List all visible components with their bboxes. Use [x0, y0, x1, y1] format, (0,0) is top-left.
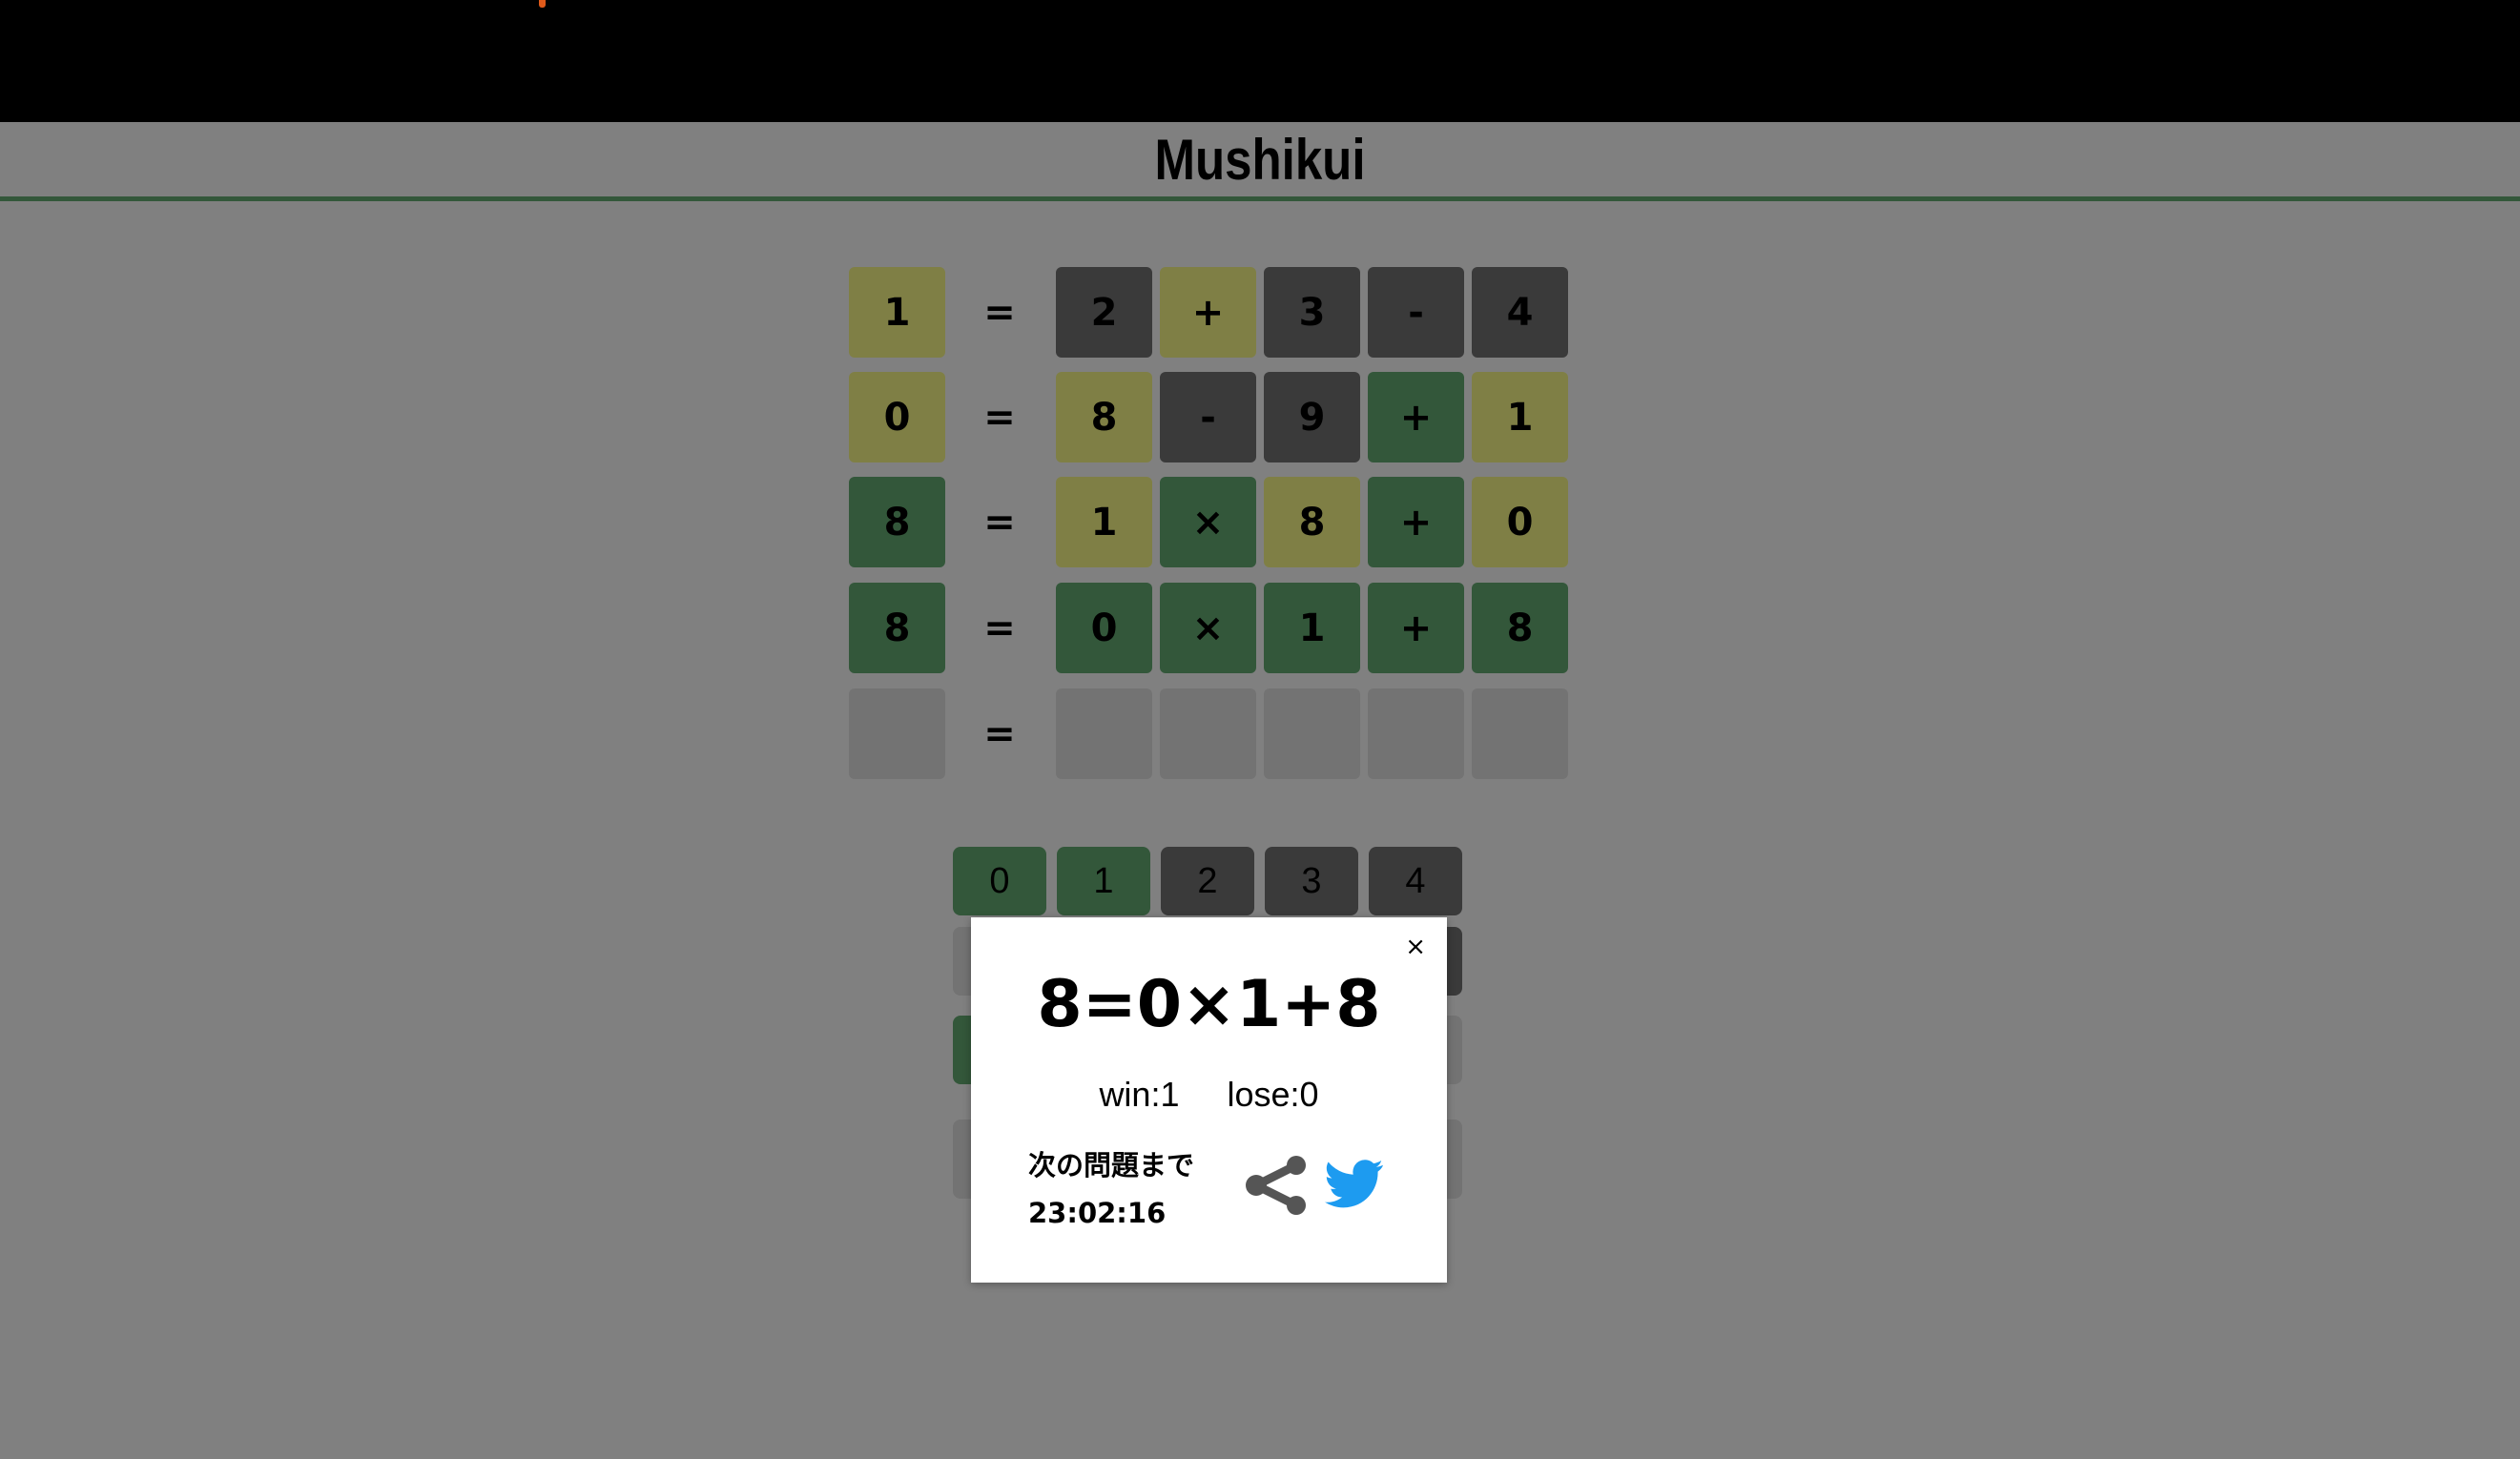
- board-tile: 0: [1472, 477, 1568, 567]
- board-tile: [1368, 688, 1464, 779]
- close-icon[interactable]: ×: [1405, 933, 1426, 961]
- stats: win:1 lose:0: [971, 1075, 1447, 1115]
- equals-sign: =: [983, 290, 1016, 335]
- key-button[interactable]: 3: [1265, 847, 1358, 915]
- board-tile: 3: [1264, 267, 1360, 358]
- board-tile: [1056, 688, 1152, 779]
- board-tile: [849, 688, 945, 779]
- board-tile: 1: [1056, 477, 1152, 567]
- browser-top-bar: [0, 0, 2520, 122]
- board-tile: +: [1160, 267, 1256, 358]
- board-tile: 8: [849, 477, 945, 567]
- page-title: Mushikui: [1154, 128, 1366, 192]
- board-tile: [1160, 688, 1256, 779]
- header-divider: [0, 196, 2520, 201]
- key-button[interactable]: 4: [1369, 847, 1462, 915]
- board-tile: +: [1368, 477, 1464, 567]
- board-tile: -: [1160, 372, 1256, 462]
- board-tile: +: [1368, 583, 1464, 673]
- equals-sign: =: [983, 500, 1016, 545]
- board-tile: 8: [1472, 583, 1568, 673]
- board-tile: [1472, 688, 1568, 779]
- board-tile: ×: [1160, 583, 1256, 673]
- board-tile: 0: [849, 372, 945, 462]
- equals-sign: =: [983, 395, 1016, 440]
- board-tile: 8: [1056, 372, 1152, 462]
- indicator-dot: [539, 0, 546, 8]
- board-tile: 1: [1264, 583, 1360, 673]
- equals-sign: =: [983, 606, 1016, 650]
- board-tile: [1264, 688, 1360, 779]
- twitter-icon[interactable]: [1322, 1154, 1387, 1213]
- board-tile: 4: [1472, 267, 1568, 358]
- result-modal: × 8=0×1+8 win:1 lose:0 次の問題まで 23:02:16: [971, 917, 1447, 1283]
- board-tile: 8: [1264, 477, 1360, 567]
- win-count: win:1: [1099, 1075, 1180, 1114]
- board-tile: 9: [1264, 372, 1360, 462]
- board-tile: 8: [849, 583, 945, 673]
- board-tile: 1: [1472, 372, 1568, 462]
- board-tile: -: [1368, 267, 1464, 358]
- answer-equation: 8=0×1+8: [1037, 967, 1381, 1042]
- next-puzzle-timer: 次の問題まで 23:02:16: [1028, 1141, 1194, 1237]
- share-icon[interactable]: [1243, 1156, 1310, 1215]
- next-label: 次の問題まで: [1028, 1149, 1195, 1182]
- lose-count: lose:0: [1227, 1075, 1319, 1114]
- equals-sign: =: [983, 711, 1016, 756]
- key-button[interactable]: 0: [953, 847, 1046, 915]
- key-button[interactable]: 2: [1161, 847, 1254, 915]
- board-tile: 0: [1056, 583, 1152, 673]
- board-tile: ×: [1160, 477, 1256, 567]
- key-button[interactable]: 1: [1057, 847, 1150, 915]
- board-tile: +: [1368, 372, 1464, 462]
- header: Mushikui: [0, 122, 2520, 197]
- board-tile: 1: [849, 267, 945, 358]
- board-tile: 2: [1056, 267, 1152, 358]
- countdown: 23:02:16: [1028, 1197, 1167, 1229]
